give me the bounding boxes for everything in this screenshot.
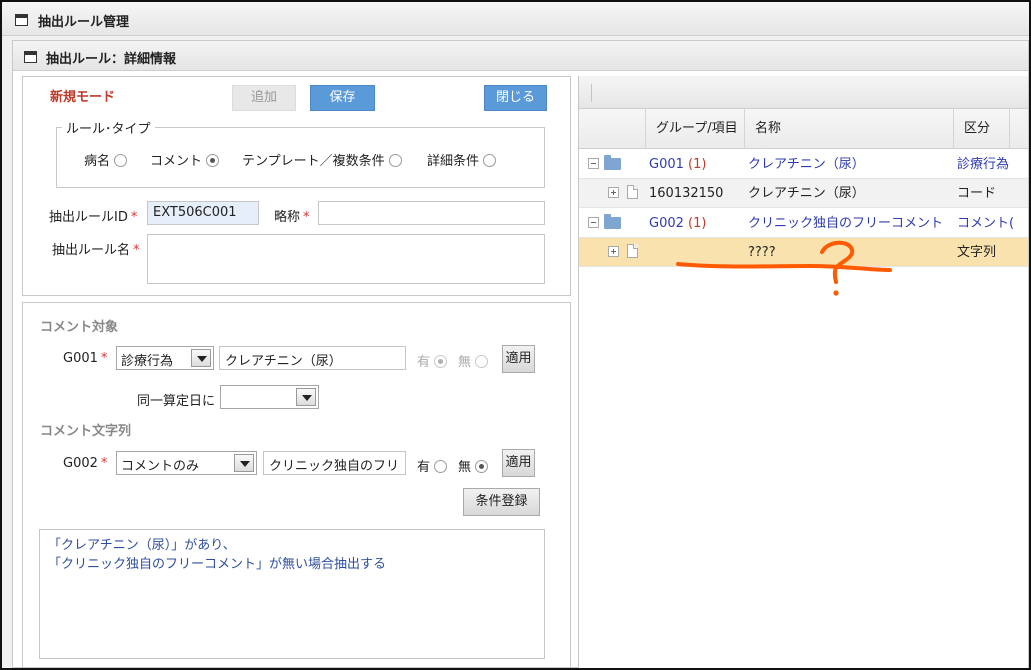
close-button[interactable]: 閉じる <box>484 85 547 111</box>
grid-header: グループ/項目 名称 区分 <box>579 109 1028 149</box>
collapse-icon[interactable] <box>588 158 599 169</box>
column-header-category[interactable]: 区分 <box>953 109 1009 149</box>
comment-string-title: コメント文字列 <box>40 424 132 439</box>
none-option-g001[interactable]: 無 <box>458 351 489 370</box>
mode-label: 新規モード <box>50 90 116 105</box>
save-button[interactable]: 保存 <box>310 85 375 111</box>
radio-template[interactable]: テンプレート／複数条件 <box>242 150 402 169</box>
window-title: 抽出ルール管理 <box>38 15 130 30</box>
collapse-icon[interactable] <box>588 217 599 228</box>
dropdown-arrow-icon[interactable] <box>191 349 211 367</box>
radio-comment[interactable]: コメント <box>150 150 220 169</box>
column-header-name[interactable]: 名称 <box>744 109 953 149</box>
folder-icon <box>604 155 621 170</box>
expand-icon[interactable] <box>608 246 619 257</box>
document-icon <box>627 185 638 199</box>
rule-id-input[interactable]: EXT506C001 <box>147 201 259 225</box>
radio-disease[interactable]: 病名 <box>84 150 128 169</box>
comment-target-title: コメント対象 <box>40 320 119 335</box>
item-input-g001[interactable]: クレアチニン（尿） <box>219 346 406 370</box>
summary-line: 「クリニック独自のフリーコメント」が無い場合抽出する <box>48 557 387 572</box>
short-name-label: 略称 * <box>274 210 310 225</box>
dropdown-arrow-icon[interactable] <box>234 454 254 472</box>
radio-button[interactable] <box>434 460 448 473</box>
table-row[interactable]: 160132150 クレアチニン（尿） コード <box>579 179 1028 208</box>
register-condition-button[interactable]: 条件登録 <box>463 488 540 516</box>
g001-label: G001 * <box>63 351 108 366</box>
window-icon <box>24 51 37 63</box>
panel-title: 抽出ルール：詳細情報 <box>46 52 177 67</box>
same-day-select[interactable] <box>220 385 319 409</box>
same-day-label: 同一算定日に <box>137 394 216 409</box>
window-title-bar: 抽出ルール管理 <box>2 2 1029 36</box>
apply-button-g002[interactable]: 適用 <box>502 449 535 477</box>
item-input-g002[interactable]: クリニック独自のフリ <box>263 451 406 475</box>
apply-button-g001[interactable]: 適用 <box>502 345 535 373</box>
rule-name-textarea[interactable] <box>147 234 545 284</box>
category-select-g001[interactable]: 診療行為 <box>116 346 214 370</box>
panel-header: 抽出ルール：詳細情報 <box>13 41 1028 71</box>
toolbar-separator <box>591 84 592 102</box>
column-header-group[interactable]: グループ/項目 <box>645 109 745 149</box>
add-button[interactable]: 追加 <box>232 85 296 111</box>
radio-detail[interactable]: 詳細条件 <box>427 150 497 169</box>
expand-icon[interactable] <box>608 187 619 198</box>
table-row-selected[interactable]: ???? 文字列 <box>579 238 1028 267</box>
category-select-g002[interactable]: コメントのみ <box>116 451 257 475</box>
window-icon <box>15 14 28 26</box>
summary-line: 「クレアチニン（尿）」があり、 <box>48 538 236 553</box>
short-name-input[interactable] <box>318 201 545 225</box>
radio-button[interactable] <box>475 460 489 473</box>
document-icon <box>627 244 638 258</box>
radio-button[interactable] <box>475 355 489 368</box>
dropdown-arrow-icon[interactable] <box>296 388 316 406</box>
condition-tree-grid: グループ/項目 名称 区分 G001 (1) クレアチニン（尿） 診療行為 16… <box>578 76 1028 668</box>
radio-button[interactable] <box>434 355 448 368</box>
rule-type-legend: ルール･タイプ <box>62 118 155 137</box>
folder-icon <box>604 214 621 229</box>
radio-button[interactable] <box>483 154 497 167</box>
none-option-g002[interactable]: 無 <box>458 456 489 475</box>
radio-button[interactable] <box>206 154 220 167</box>
exists-option-g002[interactable]: 有 <box>417 456 448 475</box>
grid-toolbar <box>579 76 1028 109</box>
radio-button[interactable] <box>114 154 128 167</box>
g002-label: G002 * <box>63 456 108 471</box>
rule-summary: 「クレアチニン（尿）」があり、 「クリニック独自のフリーコメント」が無い場合抽出… <box>39 529 545 659</box>
column-header-spacer <box>1009 109 1028 149</box>
rule-id-label: 抽出ルールID * <box>49 210 138 225</box>
table-row[interactable]: G001 (1) クレアチニン（尿） 診療行為 <box>579 150 1028 179</box>
table-row[interactable]: G002 (1) クリニック独自のフリーコメント コメント( <box>579 209 1028 238</box>
exists-option-g001[interactable]: 有 <box>417 351 448 370</box>
rule-name-label: 抽出ルール名 * <box>52 243 140 258</box>
radio-button[interactable] <box>388 154 402 167</box>
